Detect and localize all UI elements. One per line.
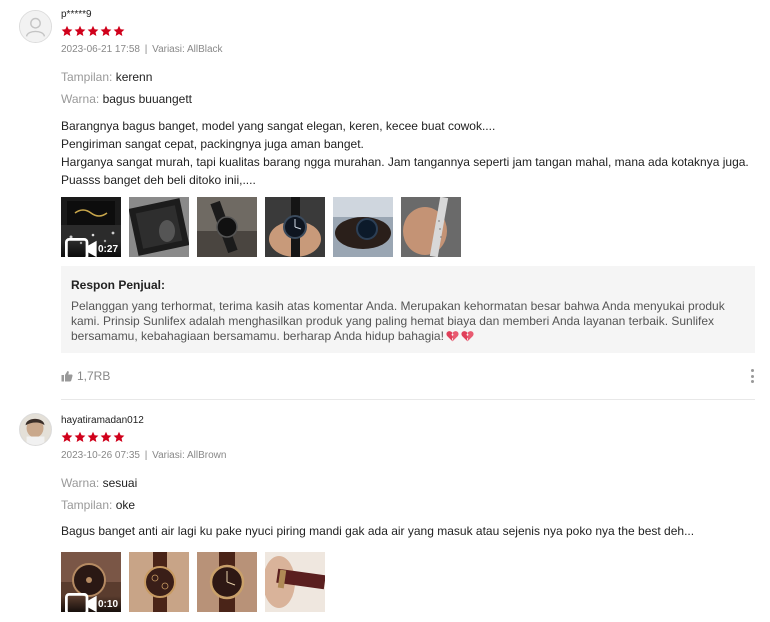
star-icon [61,25,73,37]
review-image-thumbnail[interactable] [129,552,189,612]
brown-strap-image [265,552,325,612]
review-username: p*****9 [61,9,92,20]
review-variant: Variasi: AllBlack [152,44,223,55]
review-body: Bagus banget anti air lagi ku pake nyuci… [61,522,761,540]
attribute-value: kerenn [115,70,153,84]
review-variant: Variasi: AllBrown [152,450,227,461]
review-image-thumbnail[interactable] [265,197,325,257]
review-video-thumbnail[interactable]: 0:27 [61,197,121,257]
video-camera-icon [65,593,97,612]
review-image-thumbnail[interactable] [197,552,257,612]
review-attribute: Tampilan: oke [61,498,135,512]
review-date: 2023-10-26 07:35 [61,450,140,461]
review-username: hayatiramadan012 [61,415,144,426]
review-body-line: Harganya sangat murah, tapi kualitas bar… [61,155,749,169]
review-body-line: Bagus banget anti air lagi ku pake nyuci… [61,524,695,538]
attribute-value: bagus buuangett [102,92,192,106]
watch-on-table-image [197,197,257,257]
meta-separator: | [144,450,148,461]
broken-heart-emoji [461,331,474,342]
video-badge: 0:10 [61,593,121,612]
review-video-thumbnail[interactable]: 0:10 [61,552,121,612]
review-image-thumbnail[interactable] [333,197,393,257]
review-meta: 2023-06-21 17:58 | Variasi: AllBlack [61,43,755,56]
review-image-thumbnail[interactable] [129,197,189,257]
brown-watch-closeup-image [197,552,257,612]
attribute-key: Warna: [61,92,100,106]
star-icon [113,25,125,37]
star-icon [100,431,112,443]
star-icon [74,431,86,443]
meta-separator: | [144,44,148,55]
review-attribute: Warna: sesuai [61,476,137,490]
star-icon [113,431,125,443]
video-badge: 0:27 [61,238,121,257]
review-body-line: Puasss banget deh beli ditoko inii,.... [61,173,256,187]
review-body: Barangnya bagus banget, model yang sanga… [61,117,761,189]
star-icon [74,25,86,37]
watch-strap-image [401,197,461,257]
video-duration: 0:10 [97,598,118,610]
video-duration: 0:27 [97,243,118,255]
watch-in-hand-image [265,197,325,257]
rating-stars [61,431,755,445]
default-user-icon [20,11,51,42]
attribute-key: Warna: [61,476,100,490]
seller-response-text-wrapper: Pelanggan yang terhormat, terima kasih a… [71,299,745,344]
review-media: 0:27 [61,197,461,257]
review-image-thumbnail[interactable] [197,197,257,257]
like-count: 1,7RB [77,369,111,383]
video-camera-icon [65,238,97,257]
seller-response: Respon Penjual: Pelanggan yang terhormat… [61,266,755,353]
star-icon [61,431,73,443]
review-divider [61,399,755,400]
seller-response-text: Pelanggan yang terhormat, terima kasih a… [71,299,725,343]
broken-heart-emoji [446,331,459,342]
star-icon [100,25,112,37]
review-date: 2023-06-21 17:58 [61,44,140,55]
brown-watch-image [129,552,189,612]
watch-on-wrist-image [333,197,393,257]
review-media: 0:10 [61,552,325,612]
avatar[interactable] [19,10,52,43]
thumbs-up-icon [61,371,73,382]
review-image-thumbnail[interactable] [265,552,325,612]
rating-stars [61,25,755,39]
attribute-key: Tampilan: [61,498,113,512]
review-attribute: Warna: bagus buuangett [61,92,192,106]
like-button[interactable]: 1,7RB [61,369,110,383]
review-meta: 2023-10-26 07:35 | Variasi: AllBrown [61,449,755,462]
star-icon [87,431,99,443]
review-body-line: Pengiriman sangat cepat, packingnya juga… [61,137,364,151]
review-body-line: Barangnya bagus banget, model yang sanga… [61,119,496,133]
seller-response-title: Respon Penjual: [71,278,166,292]
more-vertical-icon[interactable] [750,369,754,383]
attribute-value: sesuai [102,476,138,490]
attribute-value: oke [115,498,136,512]
review-image-thumbnail[interactable] [401,197,461,257]
attribute-key: Tampilan: [61,70,113,84]
review-attribute: Tampilan: kerenn [61,70,152,84]
user-photo-avatar [20,414,51,445]
avatar[interactable] [19,413,52,446]
watch-box-open-image [129,197,189,257]
star-icon [87,25,99,37]
